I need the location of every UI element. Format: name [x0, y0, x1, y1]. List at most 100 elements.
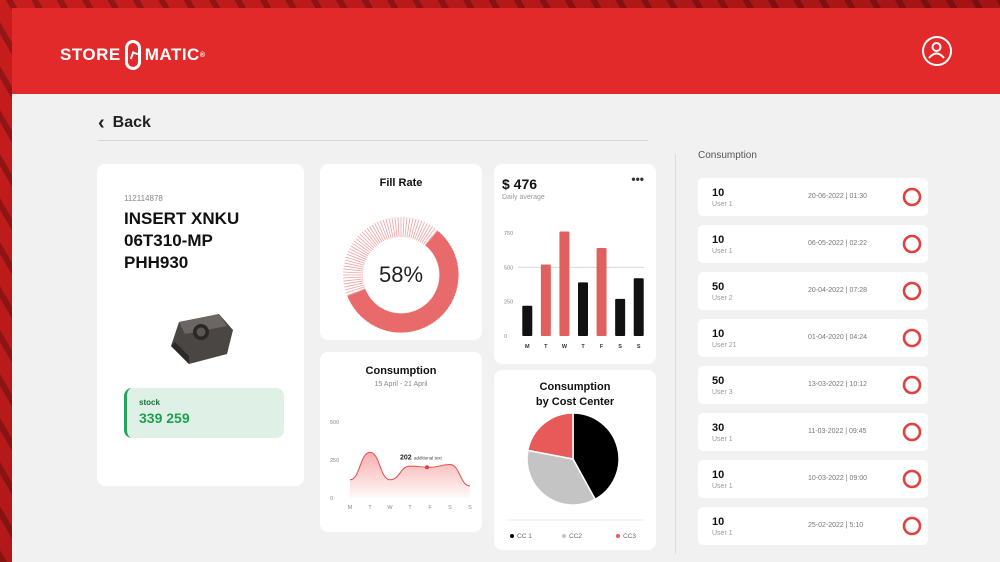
legend-swatch — [562, 534, 566, 538]
bar — [559, 231, 570, 336]
store-o-matic-logo[interactable]: STORE MATIC ® — [60, 40, 206, 70]
x-tick-label: S — [448, 505, 452, 511]
daily-average-card: $ 476 Daily average ••• 750 500 250 0 M T W T F S… — [494, 164, 656, 364]
fill-rate-value: 58% — [379, 262, 423, 287]
fill-rate-remaining-tick — [343, 278, 364, 282]
consumption-list-item[interactable]: 50 User 2 20-04-2022 | 07:28 — [698, 272, 928, 310]
item-datetime: 13-03-2022 | 10:12 — [808, 381, 868, 388]
user-account-button[interactable] — [922, 36, 952, 66]
fill-rate-remaining-tick — [343, 271, 364, 274]
chevron-left-icon: ‹ — [98, 112, 105, 134]
item-user: User 1 — [712, 248, 733, 255]
fill-rate-remaining-tick — [357, 235, 374, 250]
consumption-list-item[interactable]: 10 User 1 10-03-2022 | 09:00 — [698, 460, 928, 498]
consumption-list-item[interactable]: 10 User 1 20-06-2022 | 01:30 — [698, 178, 928, 216]
back-button[interactable]: ‹ Back — [98, 112, 151, 134]
cost-center-pie-chart: CC 1 CC2 CC3 — [506, 412, 644, 540]
item-quantity: 10 — [712, 234, 725, 246]
product-code: 112114878 — [124, 194, 163, 203]
legend-label: CC2 — [569, 533, 582, 540]
x-tick-label: S — [618, 344, 622, 350]
main-content: ‹ Back 112114878 INSERT XNKU 06T310-MP P… — [12, 94, 1000, 562]
fill-rate-remaining-tick — [410, 218, 417, 239]
product-name: INSERT XNKU 06T310-MP PHH930 — [124, 208, 294, 274]
item-user: User 2 — [712, 295, 733, 302]
consumption-list-item[interactable]: 10 User 1 06-05-2022 | 02:22 — [698, 225, 928, 263]
item-quantity: 10 — [712, 469, 725, 481]
legend-label: CC3 — [623, 533, 636, 540]
item-datetime: 20-06-2022 | 01:30 — [808, 193, 868, 200]
cost-center-card: Consumption by Cost Center CC 1 CC2 CC3 — [494, 370, 656, 550]
status-ring-icon — [902, 516, 922, 536]
status-ring-icon — [902, 422, 922, 442]
product-name-line: PHH930 — [124, 253, 189, 272]
x-tick-label: S — [468, 505, 472, 511]
item-user: User 21 — [712, 342, 737, 349]
bar — [522, 305, 533, 336]
annotation-value: 202 — [400, 454, 412, 461]
legend-swatch — [510, 534, 514, 538]
y-tick-label: 750 — [504, 231, 513, 237]
bar — [578, 282, 588, 336]
item-datetime: 11-03-2022 | 09:45 — [808, 428, 867, 435]
y-tick-label: 500 — [330, 420, 339, 426]
status-ring-icon — [902, 234, 922, 254]
status-ring-icon — [902, 328, 922, 348]
fill-rate-remaining-tick — [366, 227, 379, 245]
status-ring-icon — [902, 187, 922, 207]
y-tick-label: 500 — [504, 265, 513, 271]
item-quantity: 50 — [712, 281, 725, 293]
item-datetime: 20-04-2022 | 07:28 — [808, 287, 868, 294]
divider — [98, 140, 648, 141]
item-quantity: 10 — [712, 328, 725, 340]
item-quantity: 10 — [712, 187, 725, 199]
fill-rate-remaining-tick — [343, 268, 364, 272]
fill-rate-remaining-tick — [402, 217, 405, 238]
fill-rate-remaining-tick — [361, 231, 376, 248]
x-tick-label: T — [408, 505, 412, 511]
consumption-list-item[interactable]: 10 User 1 25-02-2022 | 5:10 — [698, 507, 928, 545]
logo-registered-mark: ® — [199, 51, 206, 59]
x-tick-label: T — [544, 344, 548, 350]
fill-rate-remaining-tick — [343, 276, 364, 279]
item-quantity: 50 — [712, 375, 725, 387]
consumption-area-chart: 500 250 0 202 additional text M T W T F S S — [330, 420, 472, 511]
x-tick-label: T — [368, 505, 372, 511]
fill-rate-remaining-tick — [359, 233, 375, 249]
y-tick-label: 250 — [330, 458, 339, 464]
status-ring-icon — [902, 469, 922, 489]
x-tick-label: M — [525, 344, 530, 350]
item-quantity: 30 — [712, 422, 725, 434]
item-datetime: 10-03-2022 | 09:00 — [808, 475, 868, 482]
consumption-list-item[interactable]: 50 User 3 13-03-2022 | 10:12 — [698, 366, 928, 404]
x-tick-label: F — [428, 505, 432, 511]
consumption-list-title: Consumption — [698, 150, 757, 161]
stock-badge: stock 339 259 — [124, 388, 284, 438]
consumption-chart-card: Consumption 15 April - 21 April 500 250 0 2… — [320, 352, 482, 532]
product-name-line: INSERT XNKU — [124, 209, 240, 228]
x-tick-label: W — [387, 505, 393, 511]
pie-slice — [526, 412, 574, 460]
back-label: Back — [112, 114, 151, 131]
x-tick-label: F — [600, 344, 604, 350]
vertical-divider — [675, 154, 676, 554]
y-tick-label: 0 — [330, 496, 333, 502]
product-name-line: 06T310-MP — [124, 231, 213, 250]
logo-right-text: MATIC — [144, 45, 200, 64]
fill-rate-remaining-tick — [394, 217, 398, 238]
x-tick-label: T — [581, 344, 585, 350]
legend-label: CC 1 — [517, 533, 532, 540]
item-quantity: 10 — [712, 516, 725, 528]
stock-label: stock — [139, 398, 160, 407]
annotation-point — [425, 465, 429, 470]
consumption-list-item[interactable]: 10 User 21 01-04-2020 | 04:24 — [698, 319, 928, 357]
status-ring-icon — [902, 281, 922, 301]
consumption-list-item[interactable]: 30 User 1 11-03-2022 | 09:45 — [698, 413, 928, 451]
fill-rate-remaining-tick — [353, 240, 371, 253]
x-tick-label: S — [637, 344, 641, 350]
insert-product-image — [171, 314, 233, 364]
fill-rate-donut: 58% — [343, 217, 459, 333]
item-user: User 1 — [712, 530, 733, 537]
logo-left-text: STORE — [60, 45, 121, 64]
bar — [615, 298, 626, 336]
